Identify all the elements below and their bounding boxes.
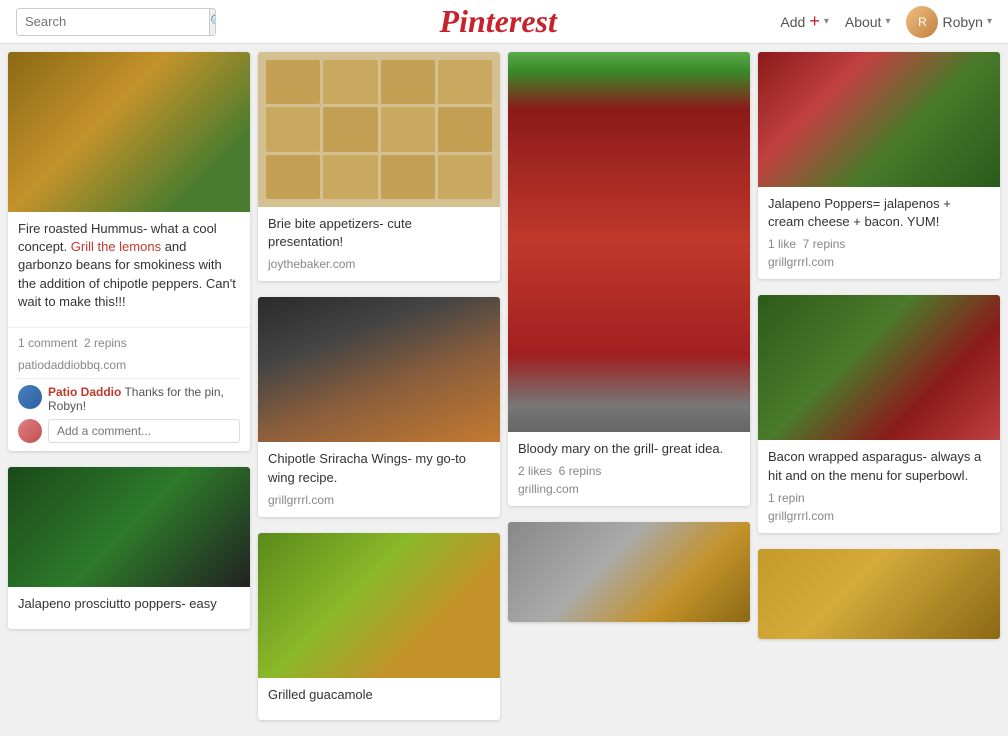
pin-body: Bacon wrapped asparagus- always a hit an… bbox=[758, 440, 1000, 532]
pin-card: Jalapeno prosciutto poppers- easy bbox=[8, 467, 250, 629]
logo: Pinterest bbox=[440, 3, 557, 40]
pin-source: joythebaker.com bbox=[268, 257, 490, 271]
search-bar[interactable]: 🔍 bbox=[16, 8, 216, 36]
search-button[interactable]: 🔍 bbox=[209, 8, 216, 36]
pins-container: Fire roasted Hummus- what a cool concept… bbox=[0, 44, 1008, 736]
avatar: R bbox=[906, 6, 938, 38]
commenter-name: Patio Daddio bbox=[48, 385, 121, 399]
pin-thumbnail bbox=[508, 52, 750, 432]
pin-image[interactable] bbox=[508, 522, 750, 622]
comment-stats: 1 comment 2 repins bbox=[18, 336, 240, 350]
pin-card bbox=[508, 522, 750, 622]
pin-thumbnail bbox=[758, 52, 1000, 187]
pin-image[interactable] bbox=[758, 52, 1000, 187]
pin-thumbnail bbox=[8, 467, 250, 587]
about-label: About bbox=[845, 14, 882, 30]
user-chevron-icon: ▾ bbox=[987, 16, 992, 27]
pin-source: grillgrrrl.com bbox=[268, 493, 490, 507]
pin-body: Chipotle Sriracha Wings- my go-to wing r… bbox=[258, 442, 500, 516]
add-button[interactable]: Add + ▾ bbox=[780, 11, 828, 32]
about-chevron-icon: ▾ bbox=[885, 16, 890, 27]
pin-description: Bloody mary on the grill- great idea. bbox=[518, 440, 740, 458]
pin-card: Chipotle Sriracha Wings- my go-to wing r… bbox=[258, 297, 500, 516]
nav-right: Add + ▾ About ▾ R Robyn ▾ bbox=[780, 6, 992, 38]
pin-thumbnail bbox=[758, 549, 1000, 639]
pin-source: grillgrrrl.com bbox=[768, 255, 990, 269]
commenter-avatar bbox=[18, 385, 42, 409]
pin-description: Chipotle Sriracha Wings- my go-to wing r… bbox=[268, 450, 490, 486]
about-button[interactable]: About ▾ bbox=[845, 14, 891, 30]
pin-thumbnail bbox=[8, 52, 250, 212]
pin-body: Jalapeno Poppers= jalapenos + cream chee… bbox=[758, 187, 1000, 279]
pin-image[interactable] bbox=[758, 295, 1000, 440]
pin-thumbnail bbox=[258, 52, 500, 207]
pin-source: grilling.com bbox=[518, 482, 740, 496]
pin-thumbnail bbox=[508, 522, 750, 622]
search-icon: 🔍 bbox=[210, 14, 216, 30]
add-chevron-icon: ▾ bbox=[824, 16, 829, 27]
pin-card bbox=[758, 549, 1000, 639]
plus-icon: + bbox=[809, 11, 820, 32]
comment-item: Patio Daddio Thanks for the pin, Robyn! bbox=[18, 385, 240, 413]
pin-stats: 2 likes 6 repins bbox=[518, 464, 740, 478]
pin-card: Brie bite appetizers- cute presentation!… bbox=[258, 52, 500, 281]
pin-image[interactable] bbox=[258, 52, 500, 207]
pin-link[interactable]: Grill the lemons bbox=[71, 239, 161, 254]
pin-description: Bacon wrapped asparagus- always a hit an… bbox=[768, 448, 990, 484]
header: 🔍 Pinterest Add + ▾ About ▾ R Robyn ▾ bbox=[0, 0, 1008, 44]
pin-image[interactable] bbox=[258, 533, 500, 678]
pin-card: Fire roasted Hummus- what a cool concept… bbox=[8, 52, 250, 451]
pin-description: Jalapeno prosciutto poppers- easy bbox=[18, 595, 240, 613]
pin-card: Jalapeno Poppers= jalapenos + cream chee… bbox=[758, 52, 1000, 279]
pin-card: Bacon wrapped asparagus- always a hit an… bbox=[758, 295, 1000, 532]
comment-input[interactable] bbox=[48, 419, 240, 443]
comment-text: Patio Daddio Thanks for the pin, Robyn! bbox=[48, 385, 240, 413]
pin-thumbnail bbox=[258, 297, 500, 442]
pin-image[interactable] bbox=[508, 52, 750, 432]
pin-source: patiodaddiobbq.com bbox=[18, 358, 240, 372]
pin-body: Bloody mary on the grill- great idea. 2 … bbox=[508, 432, 750, 506]
pin-image[interactable] bbox=[258, 297, 500, 442]
pin-body: Fire roasted Hummus- what a cool concept… bbox=[8, 212, 250, 327]
pin-stats: 1 repin bbox=[768, 491, 990, 505]
pin-card: Bloody mary on the grill- great idea. 2 … bbox=[508, 52, 750, 506]
pin-stats: 1 like 7 repins bbox=[768, 237, 990, 251]
column-3: Bloody mary on the grill- great idea. 2 … bbox=[508, 52, 750, 630]
pin-description: Jalapeno Poppers= jalapenos + cream chee… bbox=[768, 195, 990, 231]
add-label: Add bbox=[780, 14, 805, 30]
pin-body: Grilled guacamole bbox=[258, 678, 500, 720]
column-1: Fire roasted Hummus- what a cool concept… bbox=[8, 52, 250, 637]
pin-comments-section: 1 comment 2 repins patiodaddiobbq.com Pa… bbox=[8, 327, 250, 451]
column-2: Brie bite appetizers- cute presentation!… bbox=[258, 52, 500, 728]
pin-description: Grilled guacamole bbox=[268, 686, 490, 704]
pin-description: Brie bite appetizers- cute presentation! bbox=[268, 215, 490, 251]
pin-image[interactable] bbox=[8, 467, 250, 587]
pin-card: Grilled guacamole bbox=[258, 533, 500, 720]
column-4: Jalapeno Poppers= jalapenos + cream chee… bbox=[758, 52, 1000, 647]
user-name: Robyn bbox=[942, 14, 982, 30]
pin-body: Jalapeno prosciutto poppers- easy bbox=[8, 587, 250, 629]
pin-image[interactable] bbox=[758, 549, 1000, 639]
pin-source: grillgrrrl.com bbox=[768, 509, 990, 523]
pin-description: Fire roasted Hummus- what a cool concept… bbox=[18, 220, 240, 311]
pin-thumbnail bbox=[758, 295, 1000, 440]
pin-thumbnail bbox=[258, 533, 500, 678]
comment-input-row bbox=[18, 419, 240, 443]
search-input[interactable] bbox=[17, 14, 209, 29]
pin-body: Brie bite appetizers- cute presentation!… bbox=[258, 207, 500, 281]
user-menu-button[interactable]: R Robyn ▾ bbox=[906, 6, 992, 38]
current-user-avatar bbox=[18, 419, 42, 443]
pin-image[interactable] bbox=[8, 52, 250, 212]
